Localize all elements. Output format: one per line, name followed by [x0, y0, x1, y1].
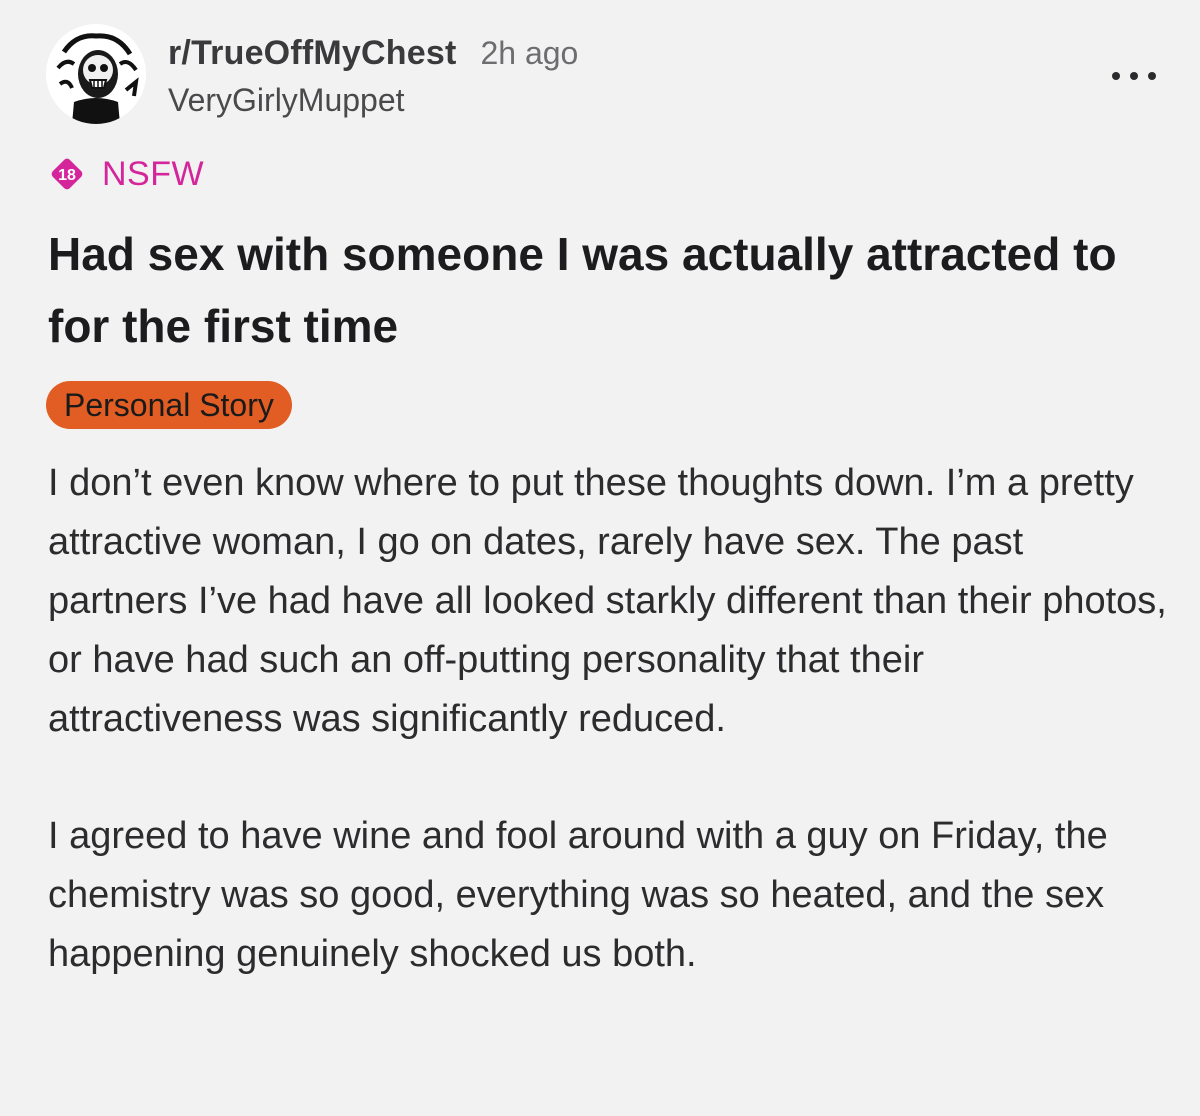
subreddit-name[interactable]: r/TrueOffMyChest [168, 34, 456, 73]
author-username[interactable]: VeryGirlyMuppet [168, 82, 578, 119]
post-flair[interactable]: Personal Story [46, 381, 292, 429]
meta-first-line: r/TrueOffMyChest 2h ago [168, 34, 578, 74]
nsfw-tag: 18 NSFW [48, 154, 204, 194]
post-header: r/TrueOffMyChest 2h ago VeryGirlyMuppet [46, 24, 1156, 128]
post-body: I don’t even know where to put these tho… [48, 454, 1168, 984]
post-time: 2h ago [480, 35, 579, 71]
post-meta: r/TrueOffMyChest 2h ago VeryGirlyMuppet [168, 34, 578, 119]
more-options-icon[interactable] [1112, 68, 1156, 84]
more-dot [1112, 72, 1120, 80]
nsfw-18-icon: 18 [48, 155, 86, 193]
nsfw-label: NSFW [102, 154, 205, 193]
more-dot [1148, 72, 1156, 80]
avatar-skull-illustration [46, 24, 146, 124]
post-card: r/TrueOffMyChest 2h ago VeryGirlyMuppet … [0, 0, 1200, 1116]
subreddit-avatar[interactable] [46, 24, 146, 124]
post-title[interactable]: Had sex with someone I was actually attr… [48, 218, 1158, 362]
body-paragraph: I agreed to have wine and fool around wi… [48, 815, 1108, 975]
body-paragraph: I don’t even know where to put these tho… [48, 462, 1167, 740]
more-dot [1130, 72, 1138, 80]
nsfw-badge-number: 18 [58, 167, 76, 184]
